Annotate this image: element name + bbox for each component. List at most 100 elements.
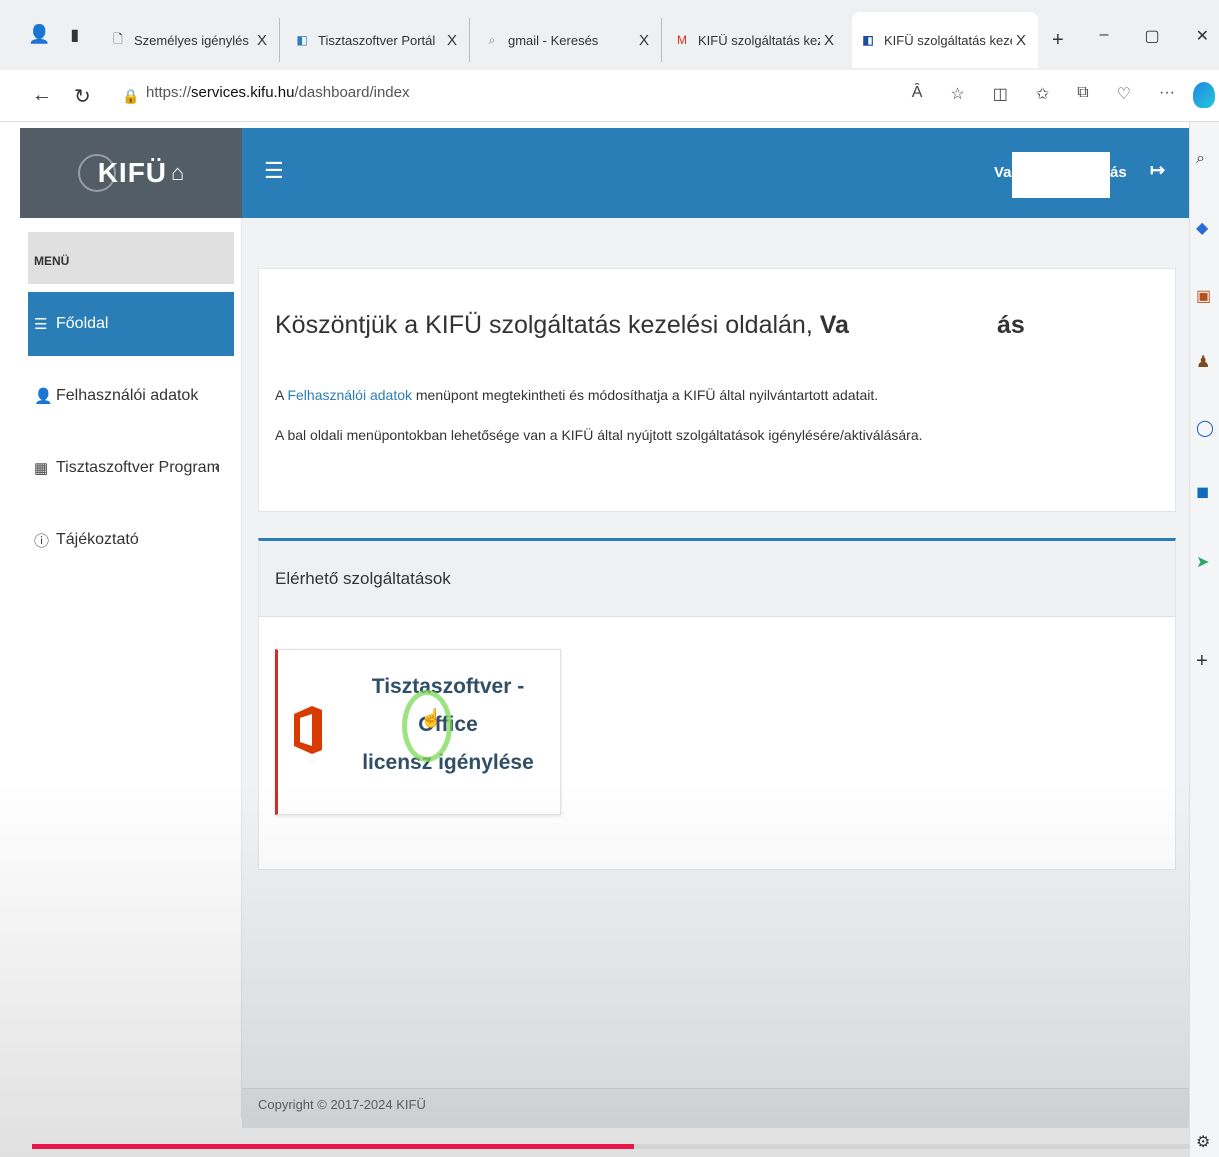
tab-strip-left-icons: 👤 ▮: [28, 24, 79, 45]
window-controls: – ▢ ✕: [1100, 26, 1209, 46]
list-icon: ☰: [34, 316, 48, 333]
menu-toggle-icon[interactable]: ☰: [264, 158, 284, 184]
outlook-icon[interactable]: ◼: [1196, 482, 1209, 502]
search-icon[interactable]: ⌕: [1196, 150, 1205, 168]
sidebar-item-label: Felhasználói adatok: [56, 387, 199, 404]
new-tab-button[interactable]: +: [1044, 18, 1074, 62]
redacted-user-name: [1012, 152, 1110, 198]
browser-tab-strip: 👤 ▮ 🗋 Személyes igénylés - Tiszta X ◧ Ti…: [0, 0, 1219, 80]
split-screen-icon[interactable]: ◫: [993, 84, 1008, 104]
main-content: Köszöntjük a KIFÜ szolgáltatás kezelési …: [242, 218, 1189, 1128]
browser-tab-1[interactable]: 🗋 Személyes igénylés - Tiszta X: [102, 18, 280, 62]
welcome-line-1-suffix: menüpont megtekintheti és módosíthatja a…: [412, 387, 879, 403]
sidebar-item-tisztaszoftver[interactable]: ▦ Tisztaszoftver Program ‹: [28, 436, 234, 500]
tab-title: KIFÜ szolgáltatás kezelési ol: [884, 32, 1012, 48]
read-aloud-icon[interactable]: Ȃ: [912, 84, 923, 104]
tab-title: KIFÜ szolgáltatás kezelési o: [698, 32, 820, 48]
browser-tab-4[interactable]: M KIFÜ szolgáltatás kezelési o X: [666, 18, 846, 62]
lock-icon[interactable]: 🔒: [122, 88, 139, 105]
office-icon: [294, 706, 322, 754]
portal-favicon-icon: ◧: [296, 33, 308, 47]
close-window-icon[interactable]: ✕: [1196, 26, 1209, 46]
available-services-panel: Elérhető szolgáltatások Tisztaszoftver -…: [258, 538, 1176, 870]
services-title: Elérhető szolgáltatások: [275, 569, 451, 588]
m365-icon[interactable]: ◯: [1196, 418, 1214, 438]
shopping-icon[interactable]: ▣: [1196, 286, 1211, 306]
hand-cursor-icon: ☝: [420, 708, 443, 728]
close-tab-icon[interactable]: X: [635, 32, 653, 49]
restore-icon[interactable]: ▢: [1144, 26, 1159, 46]
info-icon: ⓘ: [34, 532, 50, 550]
close-tab-icon[interactable]: X: [820, 32, 838, 49]
app-header: ☰ Va ás ↦: [242, 128, 1189, 218]
service-title-line-2: licensz igénylése: [362, 751, 534, 774]
services-panel-header: Elérhető szolgáltatások: [259, 541, 1175, 617]
address-bar: ← ↻ 🔒 https://services.kifu.hu/dashboard…: [0, 70, 1219, 122]
tab-title: Személyes igénylés - Tiszta: [134, 32, 253, 48]
menu-heading: MENÜ: [28, 232, 234, 284]
welcome-title-text: Köszöntjük a KIFÜ szolgáltatás kezelési …: [275, 311, 820, 339]
footer-copyright: Copyright © 2017-2024 KIFÜ: [258, 1097, 426, 1112]
sidebar-item-user-data[interactable]: 👤 Felhasználói adatok: [28, 364, 234, 428]
url-path: /dashboard/index: [294, 84, 410, 101]
welcome-name-suffix: ás: [996, 311, 1025, 339]
more-menu-icon[interactable]: ···: [1159, 84, 1175, 104]
sidebar-item-label: Tisztaszoftver Program: [56, 459, 220, 476]
welcome-line-2: A bal oldali menüpontokban lehetősége va…: [275, 427, 923, 443]
user-icon: 👤: [34, 388, 53, 405]
user-name-suffix[interactable]: ás: [1110, 164, 1127, 181]
url-host: services.kifu.hu: [191, 84, 295, 101]
sidebar-item-info[interactable]: ⓘ Tájékoztató: [28, 508, 234, 572]
welcome-line-1-prefix: A: [275, 387, 288, 403]
drop-icon[interactable]: ➤: [1196, 552, 1209, 572]
discover-icon[interactable]: ◆: [1196, 218, 1208, 238]
page-icon: 🗋: [113, 31, 123, 46]
close-tab-icon[interactable]: X: [443, 32, 461, 49]
back-icon[interactable]: ←: [32, 84, 52, 107]
tab-title: gmail - Keresés: [508, 32, 599, 48]
favorite-star-icon[interactable]: ☆: [950, 84, 964, 104]
profile-icon[interactable]: 👤: [28, 24, 50, 45]
windows-icon: ▦: [34, 460, 49, 477]
browser-tab-3[interactable]: ⌕ gmail - Keresés X: [476, 18, 662, 62]
workspaces-icon[interactable]: ▮: [70, 25, 79, 45]
sidebar-item-label: Tájékoztató: [56, 531, 139, 548]
games-icon[interactable]: ♟: [1196, 352, 1210, 372]
video-progress-track[interactable]: [32, 1144, 1189, 1149]
close-tab-icon[interactable]: X: [1012, 32, 1030, 49]
browser-tab-active[interactable]: ◧ KIFÜ szolgáltatás kezelési ol X: [852, 12, 1038, 68]
welcome-title: Köszöntjük a KIFÜ szolgáltatás kezelési …: [275, 311, 1025, 340]
copilot-icon[interactable]: [1193, 82, 1215, 108]
logout-icon[interactable]: ↦: [1150, 160, 1165, 181]
close-tab-icon[interactable]: X: [253, 32, 271, 49]
search-icon: ⌕: [488, 32, 496, 47]
chevron-left-icon[interactable]: ‹: [215, 459, 220, 477]
kifu-logo[interactable]: KIFÜ ⌂: [20, 128, 242, 218]
service-card-office-license[interactable]: Tisztaszoftver - Office licensz igénylés…: [275, 649, 561, 815]
url-scheme: https://: [146, 84, 192, 101]
minimize-icon[interactable]: –: [1100, 26, 1109, 46]
logo-text: KIFÜ: [97, 157, 168, 188]
favorites-icon[interactable]: ✩: [1036, 84, 1049, 104]
user-data-link[interactable]: Felhasználói adatok: [287, 387, 412, 403]
page-footer: Copyright © 2017-2024 KIFÜ: [242, 1088, 1189, 1128]
sidebar-settings-icon[interactable]: ⚙: [1196, 1132, 1210, 1152]
user-name-prefix[interactable]: Va: [994, 164, 1012, 181]
browser-side-panel: ⌕ ◆ ▣ ♟ ◯ ◼ ➤ + ⚙: [1189, 122, 1219, 1157]
add-sidebar-app-icon[interactable]: +: [1196, 650, 1208, 673]
extensions-icon[interactable]: ♡: [1117, 84, 1131, 104]
welcome-name-prefix: Va: [819, 311, 849, 339]
sidebar-item-label: Főoldal: [56, 315, 109, 332]
sidebar-item-home[interactable]: ☰ Főoldal: [28, 292, 234, 356]
url-field[interactable]: https://services.kifu.hu/dashboard/index: [146, 84, 410, 101]
portal-favicon-icon: ◧: [862, 33, 874, 47]
browser-tab-2[interactable]: ◧ Tisztaszoftver Portál X: [286, 18, 470, 62]
address-bar-icons: Ȃ ☆ ◫ ✩ ⧉ ♡ ···: [912, 84, 1175, 104]
video-progress-fill: [32, 1144, 634, 1149]
gmail-icon: M: [677, 33, 687, 47]
collections-icon[interactable]: ⧉: [1077, 84, 1088, 104]
refresh-icon[interactable]: ↻: [74, 84, 91, 109]
home-icon: ⌂: [171, 160, 185, 185]
side-menu: MENÜ ☰ Főoldal 👤 Felhasználói adatok ▦ T…: [20, 218, 242, 1118]
tab-title: Tisztaszoftver Portál: [318, 32, 436, 48]
